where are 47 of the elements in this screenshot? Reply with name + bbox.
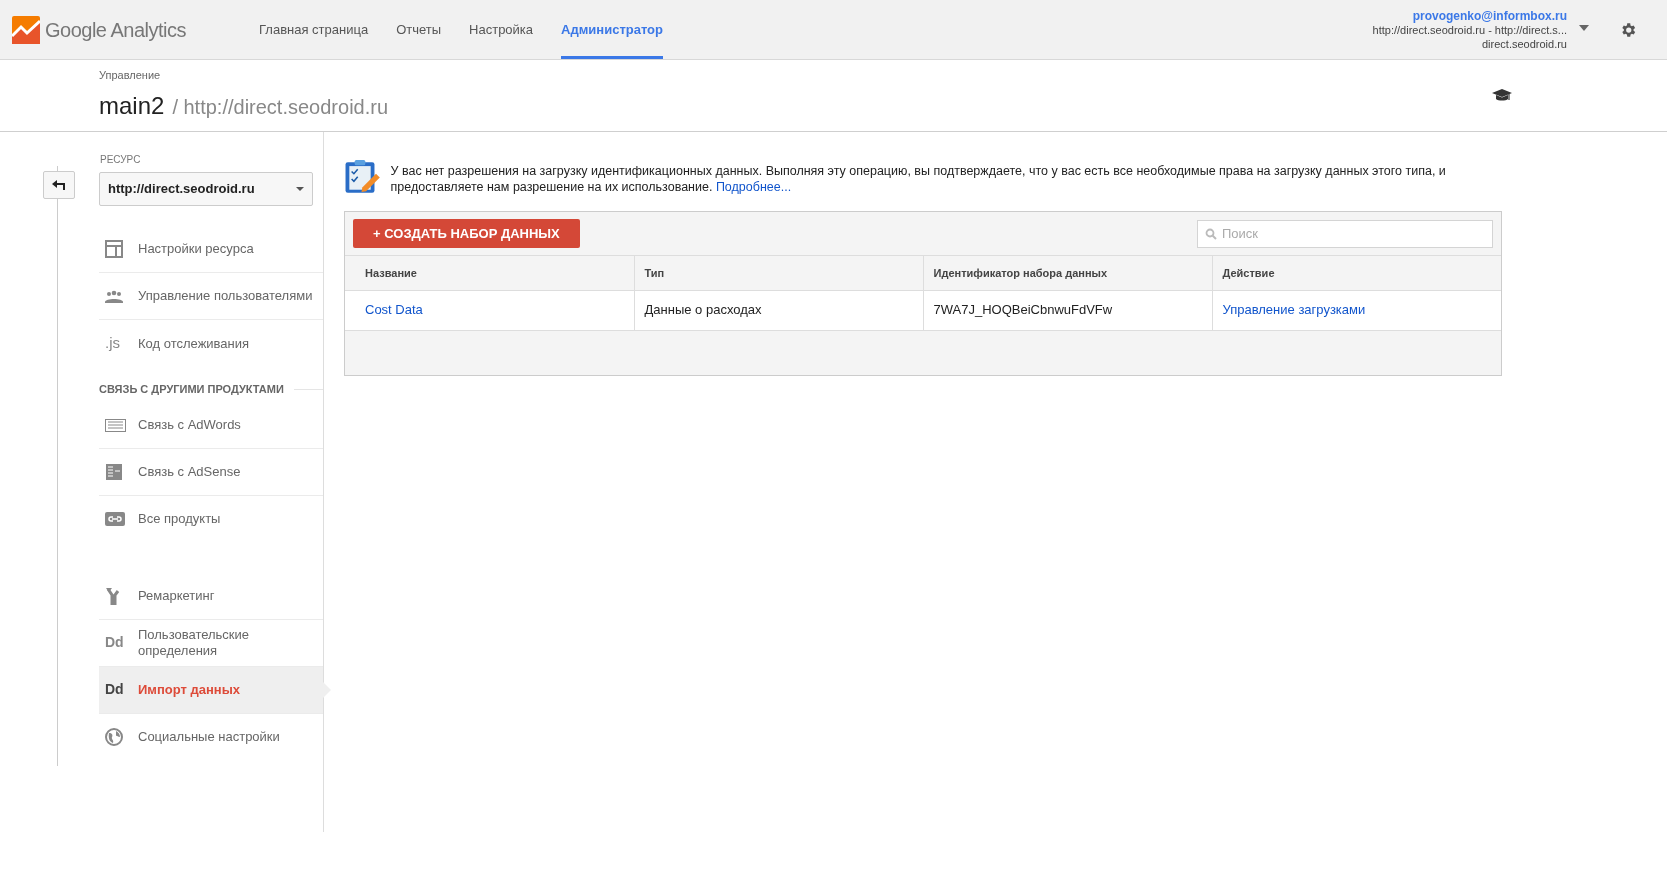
learn-more-link[interactable]: Подробнее... [715, 180, 792, 194]
account-name: main2 [99, 90, 165, 121]
selection-pointer [323, 682, 331, 698]
create-dataset-button[interactable]: + СОЗДАТЬ НАБОР ДАННЫХ [353, 219, 580, 248]
nav-tab[interactable]: Отчеты [396, 0, 442, 59]
sidebar-item[interactable]: Все продукты [99, 495, 323, 543]
back-arrow-icon [52, 180, 66, 190]
dataset-link[interactable]: Cost Data [365, 302, 423, 318]
table-cell: Данные о расходах [644, 302, 762, 318]
sidebar-item[interactable]: .js Код отслеживания [99, 320, 323, 367]
sidebar-item[interactable]: Ремаркетинг [99, 572, 323, 620]
sidebar-item[interactable]: Социальные настройки [99, 713, 323, 761]
dropdown-caret-icon [296, 187, 304, 191]
account-view: direct.seodroid.ru [1482, 36, 1567, 51]
manage-uploads-link[interactable]: Управление загрузками [1222, 302, 1366, 318]
breadcrumb: Управление [99, 68, 162, 84]
sidebar-item[interactable]: Dd Импорт данных [99, 666, 323, 714]
sidebar-item[interactable]: Связь с AdSense [99, 448, 323, 496]
table-cell: 7WA7J_HOQBeiCbnwuFdVFw [933, 302, 1113, 318]
logo-icon [12, 15, 40, 44]
dropdown-caret-icon[interactable] [1579, 24, 1589, 31]
search-icon [1205, 227, 1217, 240]
nav-tab[interactable]: Главная страница [259, 0, 369, 59]
sidebar-item[interactable]: Dd Пользовательские определения [99, 619, 323, 667]
nav-tab[interactable]: Администратор [561, 0, 663, 59]
link-icon [105, 510, 126, 528]
sidebar-item[interactable]: Настройки ресурса [99, 226, 323, 273]
back-button[interactable] [43, 171, 75, 199]
section-heading: СВЯЗЬ С ДРУГИМИ ПРОДУКТАМИ [99, 382, 284, 397]
sidebar-item[interactable]: Управление пользователями [99, 273, 323, 320]
glyph-icon: Dd [105, 632, 124, 653]
account-email[interactable]: provogenko@informbox.ru [1412, 8, 1567, 23]
column-header: Название [345, 256, 634, 290]
glyph-icon: .js [105, 332, 120, 355]
nav-tab[interactable]: Настройка [469, 0, 534, 59]
graduation-cap-icon[interactable] [1492, 88, 1512, 103]
glyph-icon: Dd [105, 679, 124, 700]
sidebar-item[interactable]: Связь с AdWords [99, 401, 323, 449]
search-field[interactable]: Поиск [1197, 219, 1493, 248]
property-url: / http://direct.seodroid.ru [172, 94, 389, 120]
brand-name: Google Analytics [45, 17, 186, 43]
account-property: http://direct.seodroid.ru - http://direct.s... [1372, 23, 1567, 37]
permission-notice: У вас нет разрешения на загрузку идентификационных данных. Выполняя эту операцию, вы подтверждаете, что у вас есть все необходимые права на загрузку данных этого типа, и предоставляете нам разрешение на их использование. Подробнее... [390, 163, 1447, 195]
layout-icon [105, 240, 126, 258]
globe-icon [105, 728, 126, 746]
resource-label: РЕСУРС [100, 153, 142, 167]
resource-dropdown[interactable]: http://direct.seodroid.ru [99, 172, 313, 206]
